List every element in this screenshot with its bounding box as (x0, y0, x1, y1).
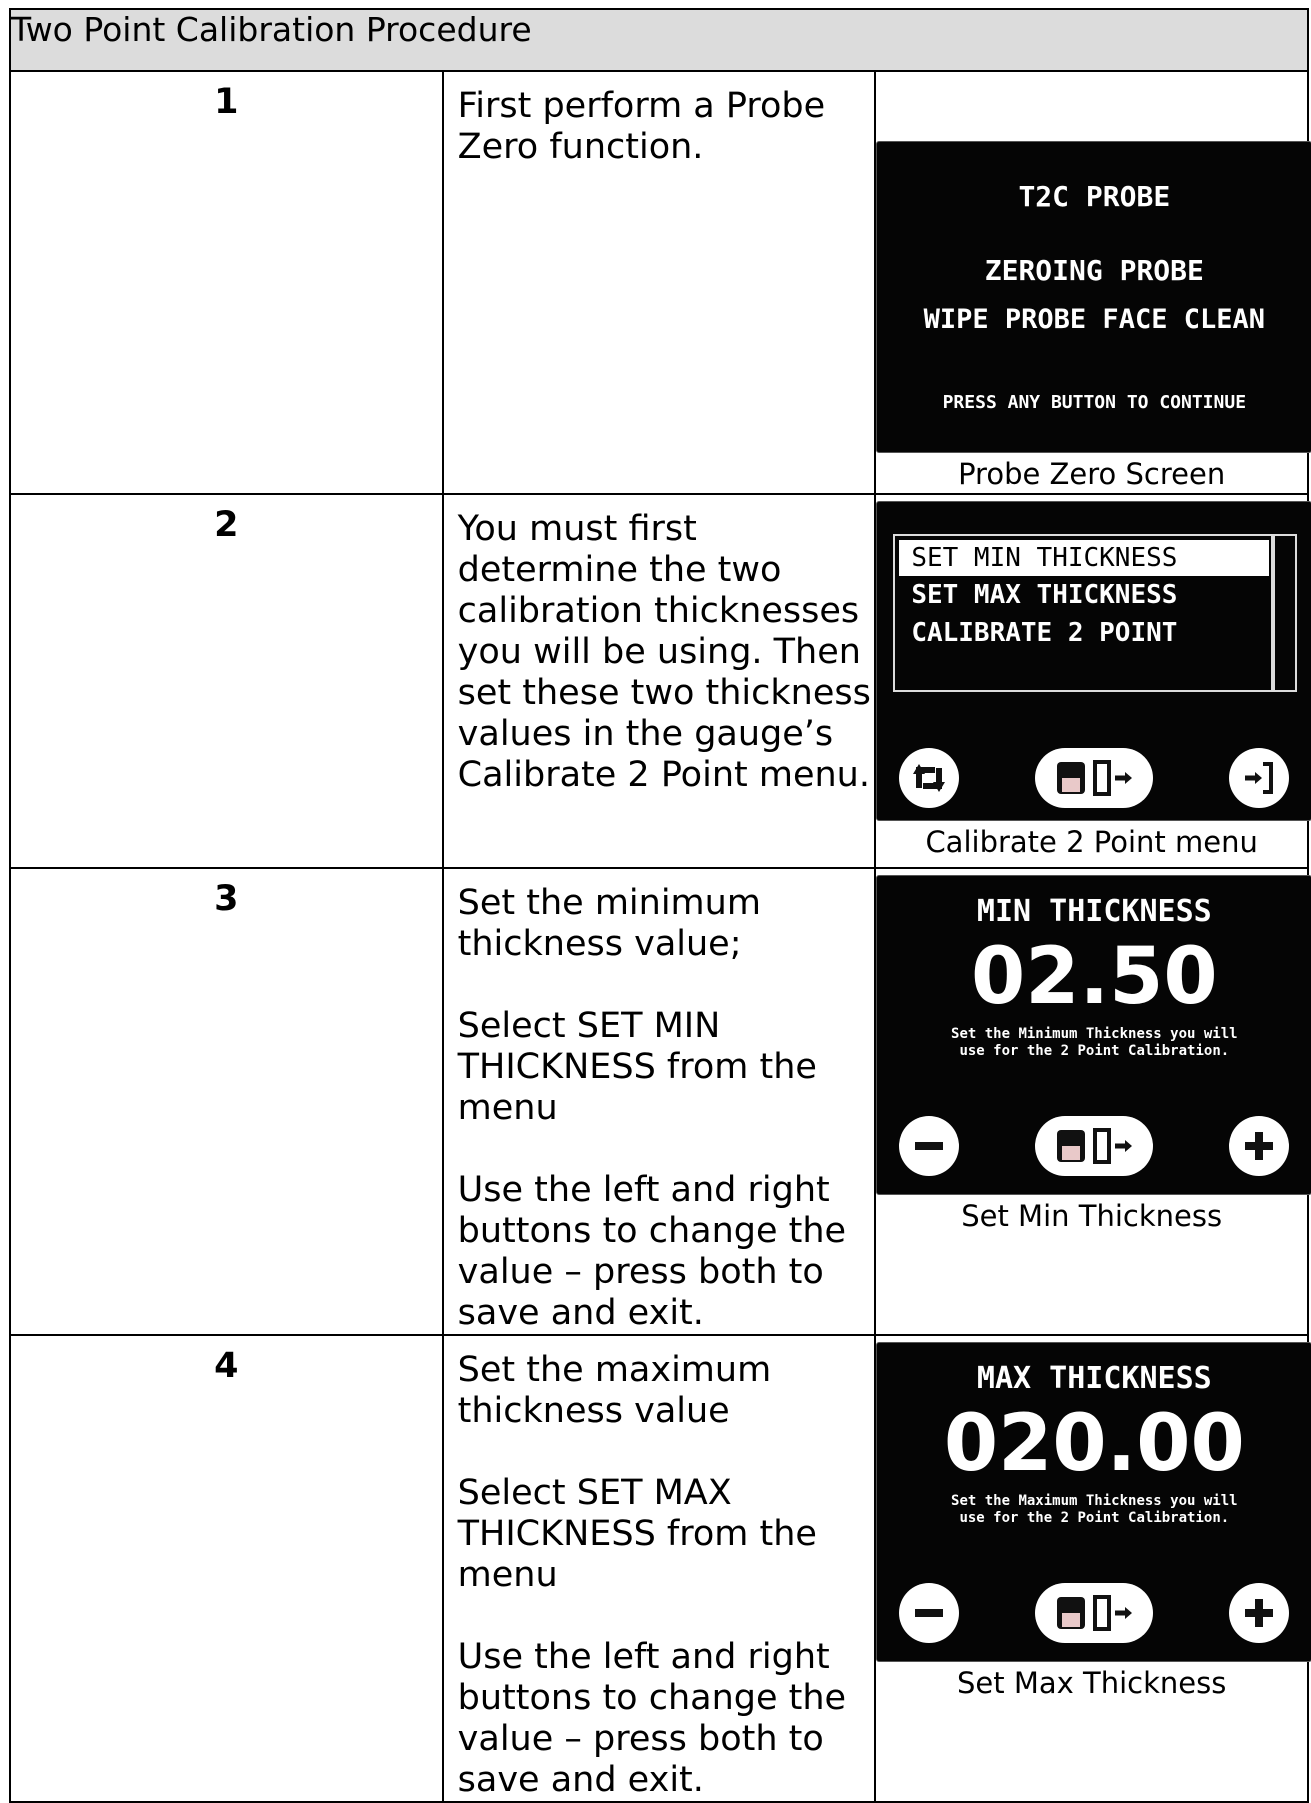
step-description: Set the minimum thickness value; Select … (441, 867, 877, 1336)
enter-icon (1229, 748, 1290, 808)
figure-caption: Probe Zero Screen (958, 457, 1226, 491)
step-number: 3 (9, 867, 444, 1336)
step-description: You must first determine the two calibra… (441, 493, 877, 869)
screen-line: PRESS ANY BUTTON TO CONTINUE (942, 392, 1247, 413)
step-row-1: 1 First perform a Probe Zero function. T… (9, 70, 1311, 495)
document-page: Two Point Calibration Procedure 1 First … (0, 0, 1311, 1803)
button-icons (877, 1583, 1311, 1643)
help-text: use for the 2 Point Calibration. (959, 1510, 1230, 1526)
set-max-thickness-image: MAX THICKNESS 020.00 Set the Maximum Thi… (876, 1342, 1311, 1662)
step-paragraph: Select SET MIN THICKNESS from the menu (457, 1006, 817, 1128)
probe-zero-screen-image: T2C PROBE ZEROING PROBE WIPE PROBE FACE … (876, 141, 1311, 453)
cycle-icon (899, 748, 960, 808)
help-text: Set the Minimum Thickness you will (951, 1026, 1238, 1042)
screen-line: ZEROING PROBE (984, 254, 1204, 287)
step-row-2: 2 You must first determine the two calib… (9, 493, 1311, 869)
thickness-value: 02.50 (970, 932, 1218, 1022)
menu-item: SET MAX THICKNESS (911, 580, 1178, 610)
thickness-value: 020.00 (943, 1399, 1245, 1489)
step-paragraph: Use the left and right buttons to change… (457, 1170, 847, 1333)
save-exit-icon (1035, 748, 1154, 808)
step-row-3: 3 Set the minimum thickness value; Selec… (9, 867, 1311, 1336)
screen-heading: MIN THICKNESS (976, 894, 1212, 929)
minus-icon (899, 1583, 960, 1643)
help-text: use for the 2 Point Calibration. (959, 1043, 1230, 1059)
step-paragraph: Use the left and right buttons to change… (457, 1637, 847, 1800)
figure-caption: Calibrate 2 Point menu (925, 825, 1258, 859)
save-exit-icon (1035, 1116, 1154, 1176)
screen-heading: MAX THICKNESS (976, 1361, 1212, 1396)
button-icons (877, 1116, 1311, 1176)
step-figure: SET MIN THICKNESS SET MAX THICKNESS CALI… (874, 493, 1311, 869)
save-exit-icon (1035, 1583, 1154, 1643)
menu-list-frame: SET MIN THICKNESS SET MAX THICKNESS CALI… (893, 534, 1276, 692)
menu-item-selected: SET MIN THICKNESS (899, 540, 1270, 576)
menu-scrollbar (1271, 534, 1298, 692)
step-figure: MAX THICKNESS 020.00 Set the Maximum Thi… (874, 1334, 1311, 1803)
procedure-table: Two Point Calibration Procedure 1 First … (9, 8, 1311, 1803)
step-row-4: 4 Set the maximum thickness value Select… (9, 1334, 1311, 1803)
screen-line: T2C PROBE (1018, 180, 1171, 213)
step-number: 4 (9, 1334, 444, 1803)
step-figure: MIN THICKNESS 02.50 Set the Minimum Thic… (874, 867, 1311, 1336)
step-number: 2 (9, 493, 444, 869)
menu-item: CALIBRATE 2 POINT (911, 618, 1178, 648)
plus-icon (1229, 1116, 1290, 1176)
step-description: Set the maximum thickness value Select S… (441, 1334, 877, 1803)
step-paragraph: Set the maximum thickness value (457, 1350, 772, 1431)
button-icons (877, 748, 1311, 808)
calibrate-2-point-menu-image: SET MIN THICKNESS SET MAX THICKNESS CALI… (876, 501, 1311, 821)
step-number: 1 (9, 70, 444, 495)
step-figure: T2C PROBE ZEROING PROBE WIPE PROBE FACE … (874, 70, 1311, 495)
table-title: Two Point Calibration Procedure (9, 8, 1309, 72)
step-paragraph: You must first determine the two calibra… (457, 509, 871, 795)
step-description: First perform a Probe Zero function. (441, 70, 877, 495)
step-paragraph: First perform a Probe Zero function. (457, 86, 826, 167)
set-min-thickness-image: MIN THICKNESS 02.50 Set the Minimum Thic… (876, 875, 1311, 1195)
screen-line: WIPE PROBE FACE CLEAN (923, 304, 1265, 335)
help-text: Set the Maximum Thickness you will (951, 1493, 1238, 1509)
plus-icon (1229, 1583, 1290, 1643)
figure-caption: Set Min Thickness (961, 1199, 1223, 1233)
minus-icon (899, 1116, 960, 1176)
step-paragraph: Select SET MAX THICKNESS from the menu (457, 1473, 817, 1595)
figure-caption: Set Max Thickness (956, 1666, 1227, 1700)
step-paragraph: Set the minimum thickness value; (457, 883, 761, 964)
